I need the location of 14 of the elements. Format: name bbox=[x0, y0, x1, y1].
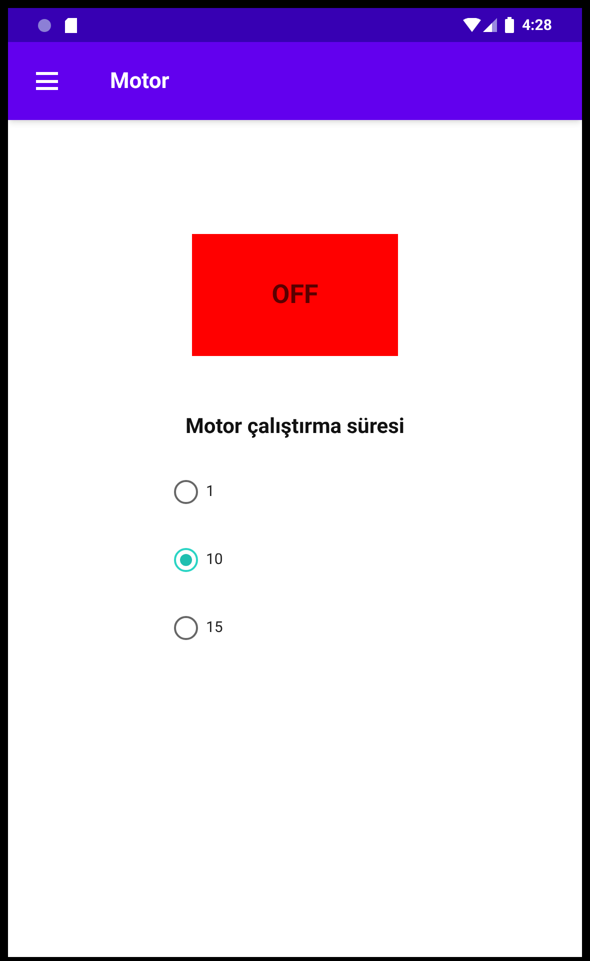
app-title: Motor bbox=[110, 68, 170, 96]
radio-option[interactable]: 1 bbox=[174, 478, 582, 506]
battery-icon bbox=[504, 17, 514, 33]
menu-icon[interactable] bbox=[36, 72, 58, 90]
radio-button[interactable] bbox=[174, 480, 198, 504]
sd-card-icon bbox=[65, 18, 77, 32]
radio-button[interactable] bbox=[174, 616, 198, 640]
clock: 4:28 bbox=[522, 14, 552, 36]
radio-option[interactable]: 15 bbox=[174, 614, 582, 642]
duration-heading: Motor çalıştırma süresi bbox=[186, 414, 404, 441]
radio-option[interactable]: 10 bbox=[174, 546, 582, 574]
radio-button[interactable] bbox=[174, 548, 198, 572]
signal-icon bbox=[482, 18, 497, 32]
motor-toggle-button[interactable]: OFF bbox=[192, 234, 398, 356]
